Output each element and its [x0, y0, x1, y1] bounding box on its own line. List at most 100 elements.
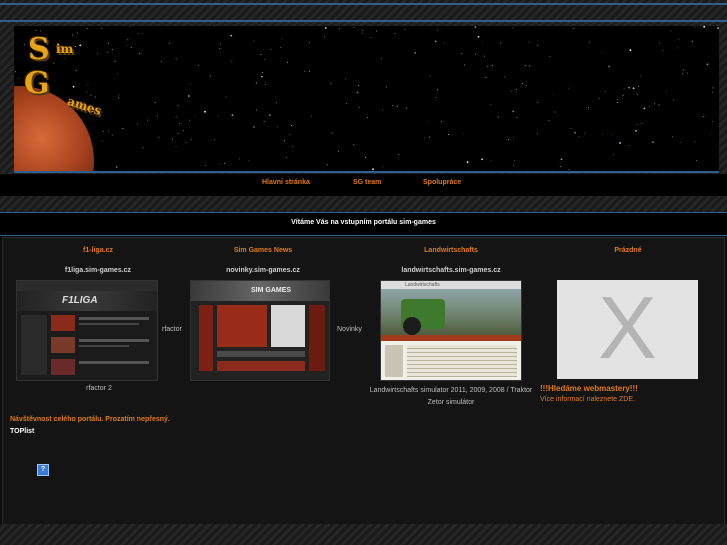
- thumb-sidebar: [309, 305, 325, 371]
- column-domain[interactable]: landwirtschafts.sim-games.cz: [361, 267, 541, 274]
- more-info-link[interactable]: Více informací naleznete ZDE.: [540, 396, 635, 403]
- star: [487, 66, 489, 68]
- star: [345, 78, 347, 80]
- star: [161, 61, 163, 63]
- news-thumbnail[interactable]: SIM GAMES: [190, 280, 330, 381]
- column-domain[interactable]: f1liga.sim-games.cz: [3, 267, 193, 274]
- column-title[interactable]: Sim Games News: [173, 247, 353, 254]
- separator: [0, 196, 727, 212]
- landwirtschafts-thumbnail[interactable]: Landwirtschafts: [380, 280, 522, 381]
- star: [362, 29, 364, 31]
- column-title[interactable]: Prázdné: [548, 247, 708, 254]
- thumb-photo: [51, 315, 75, 331]
- star: [112, 134, 113, 136]
- star: [619, 142, 621, 144]
- star: [444, 42, 446, 44]
- star: [256, 109, 258, 111]
- star: [262, 72, 264, 73]
- star: [706, 63, 709, 66]
- star: [572, 27, 574, 29]
- star: [118, 94, 120, 96]
- thumb-header-text: SIM GAMES: [251, 287, 292, 294]
- star: [142, 147, 144, 149]
- star: [665, 90, 667, 92]
- star: [529, 65, 531, 67]
- star: [567, 87, 569, 89]
- star: [230, 34, 233, 37]
- star: [396, 105, 398, 107]
- star: [187, 95, 190, 97]
- column-title[interactable]: f1-liga.cz: [3, 247, 193, 254]
- star: [366, 117, 368, 119]
- star: [79, 44, 82, 47]
- star: [616, 102, 618, 103]
- thumb-line: [79, 317, 149, 320]
- thumb-line: [79, 345, 129, 347]
- toplist-label[interactable]: TOPlist: [10, 428, 34, 435]
- star: [528, 41, 530, 43]
- star: [568, 169, 570, 171]
- star: [175, 58, 177, 60]
- star: [692, 40, 693, 42]
- star: [111, 49, 113, 51]
- f1liga-thumbnail[interactable]: F1LIGA: [16, 280, 158, 381]
- star: [516, 88, 518, 90]
- star: [359, 106, 361, 108]
- star: [217, 115, 219, 117]
- thumb-header-text: F1LIGA: [62, 295, 98, 306]
- star: [703, 26, 706, 28]
- star: [461, 52, 463, 54]
- star: [608, 65, 610, 68]
- star: [583, 132, 585, 134]
- empty-thumbnail[interactable]: X: [557, 280, 698, 379]
- star: [703, 115, 705, 117]
- star: [512, 110, 515, 113]
- star: [513, 164, 515, 166]
- star: [426, 121, 428, 123]
- nav-home-link[interactable]: Hlavní stránka: [262, 179, 310, 186]
- thumb-photo: [217, 305, 267, 347]
- star: [326, 164, 328, 166]
- star: [462, 133, 464, 135]
- star: [711, 91, 713, 93]
- star: [512, 27, 514, 29]
- star: [147, 119, 149, 121]
- star: [638, 85, 640, 87]
- star: [261, 75, 263, 77]
- star: [717, 27, 719, 29]
- thumb-line: [217, 351, 305, 357]
- star: [560, 158, 563, 161]
- star: [106, 51, 108, 53]
- star: [504, 76, 506, 78]
- welcome-bar: Vítáme Vás na vstupním portálu sim-games: [0, 212, 727, 236]
- star: [285, 156, 287, 158]
- star: [437, 29, 438, 31]
- star: [219, 163, 221, 165]
- star: [264, 58, 266, 60]
- star: [635, 129, 637, 132]
- column-title[interactable]: Landwirtschafts: [361, 247, 541, 254]
- nav-team-link[interactable]: SG team: [353, 179, 381, 186]
- star: [142, 33, 144, 34]
- column-domain[interactable]: novinky.sim-games.cz: [173, 267, 353, 274]
- star: [574, 131, 576, 134]
- star: [601, 51, 603, 53]
- star: [114, 60, 116, 62]
- star: [358, 84, 360, 86]
- star: [490, 160, 492, 162]
- star: [673, 99, 675, 101]
- star: [137, 123, 139, 125]
- column-side-label: Novinky: [337, 326, 362, 333]
- webmaster-wanted: !!!Hledáme webmastery!!!: [540, 384, 638, 393]
- star: [356, 91, 359, 94]
- star: [72, 85, 75, 88]
- star: [448, 134, 450, 135]
- star: [260, 53, 262, 55]
- star: [554, 111, 556, 113]
- thumb-photo: [51, 337, 75, 353]
- nav-cooperation-link[interactable]: Spolupráce: [423, 179, 461, 186]
- star: [224, 163, 226, 165]
- star: [137, 32, 139, 34]
- top-bar: [0, 0, 727, 24]
- toplist-counter-icon[interactable]: ?: [37, 464, 49, 476]
